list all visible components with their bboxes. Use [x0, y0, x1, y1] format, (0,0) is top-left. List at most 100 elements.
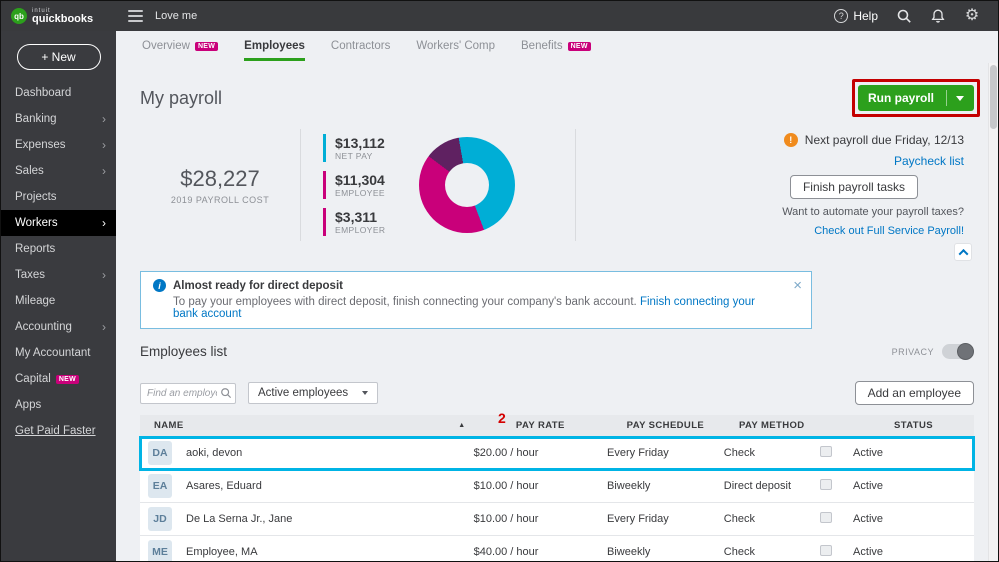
sidebar-item-projects[interactable]: Projects: [1, 184, 116, 210]
sidebar-nav: Dashboard Banking› Expenses› Sales› Proj…: [1, 80, 116, 444]
next-payroll-due-row: ! Next payroll due Friday, 12/13: [784, 133, 964, 147]
sidebar-item-sales[interactable]: Sales›: [1, 158, 116, 184]
search-icon: [220, 387, 232, 399]
filter-value: Active employees: [258, 387, 348, 399]
tab-label: Contractors: [331, 40, 390, 52]
search-icon[interactable]: [896, 8, 912, 24]
sidebar-item-banking[interactable]: Banking›: [1, 106, 116, 132]
topbar-actions: ? Help ⚙: [834, 8, 998, 24]
column-header-pay-schedule: PAY SCHEDULE: [607, 420, 724, 431]
sidebar-item-accounting[interactable]: Accounting ›: [1, 314, 116, 340]
sidebar-item-label: Accounting: [15, 321, 72, 333]
privacy-control: PRIVACY: [892, 344, 974, 359]
paycheck-icon: [820, 545, 832, 556]
table-row[interactable]: DA aoki, devon $20.00 / hour Every Frida…: [140, 437, 974, 470]
sidebar-item-my-accountant[interactable]: My Accountant: [1, 340, 116, 366]
employee-avatar: DA: [148, 441, 172, 465]
table-row[interactable]: EA Asares, Eduard $10.00 / hour Biweekly…: [140, 470, 974, 503]
chevron-down-icon[interactable]: [956, 96, 964, 101]
table-row[interactable]: JD De La Serna Jr., Jane $10.00 / hour E…: [140, 503, 974, 536]
paycheck-icon: [820, 479, 832, 490]
payroll-total-value: $28,227: [140, 166, 300, 192]
tab-label: Overview: [142, 40, 190, 52]
employee-name[interactable]: Asares, Eduard: [186, 480, 262, 492]
tab-workers-comp[interactable]: Workers' Comp: [416, 31, 495, 61]
quickbooks-label: quickbooks: [32, 14, 93, 25]
toggle-knob: [957, 343, 974, 360]
employee-name-cell: JD De La Serna Jr., Jane: [140, 507, 474, 531]
pay-schedule-cell: Every Friday: [607, 513, 724, 525]
direct-deposit-alert: i Almost ready for direct deposit To pay…: [140, 271, 812, 329]
help-button[interactable]: ? Help: [834, 9, 878, 23]
sidebar-item-taxes[interactable]: Taxes ›: [1, 262, 116, 288]
stat-value: $13,112: [335, 135, 385, 152]
new-button[interactable]: + New: [17, 44, 101, 70]
pay-method-icon-cell: [820, 512, 853, 526]
new-badge: NEW: [568, 42, 591, 51]
sidebar-item-reports[interactable]: Reports: [1, 236, 116, 262]
table-row[interactable]: ME Employee, MA $40.00 / hour Biweekly C…: [140, 536, 974, 562]
sidebar-item-get-paid-faster[interactable]: Get Paid Faster: [1, 418, 116, 444]
sort-ascending-icon: ▲: [458, 422, 465, 429]
sidebar-item-capital[interactable]: CapitalNEW: [1, 366, 116, 392]
sidebar-item-dashboard[interactable]: Dashboard: [1, 80, 116, 106]
employees-list-header: Employees list PRIVACY: [140, 344, 974, 359]
column-header-name[interactable]: NAME ▲: [140, 420, 474, 431]
privacy-toggle[interactable]: [942, 344, 974, 359]
add-employee-button[interactable]: Add an employee: [855, 381, 974, 405]
privacy-label: PRIVACY: [892, 347, 934, 357]
tab-overview[interactable]: OverviewNEW: [142, 31, 218, 61]
stat-color-bar: [323, 171, 326, 199]
sidebar-item-expenses[interactable]: Expenses›: [1, 132, 116, 158]
chevron-up-icon: [958, 248, 968, 258]
alert-body: To pay your employees with direct deposi…: [173, 296, 783, 320]
notifications-bell-icon[interactable]: [930, 8, 946, 24]
stat-label: EMPLOYEE: [335, 188, 385, 198]
pay-method-cell: Check: [724, 447, 820, 459]
status-cell: Active: [853, 480, 974, 492]
tab-contractors[interactable]: Contractors: [331, 31, 390, 61]
settings-gear-icon[interactable]: ⚙: [964, 8, 980, 24]
sidebar-item-apps[interactable]: Apps: [1, 392, 116, 418]
pay-schedule-cell: Every Friday: [607, 447, 724, 459]
automate-question: Want to automate your payroll taxes?: [782, 206, 964, 218]
divider: [575, 129, 576, 241]
sidebar-item-label: Banking: [15, 113, 57, 125]
employee-name[interactable]: aoki, devon: [186, 447, 242, 459]
sidebar-item-label: Sales: [15, 165, 44, 177]
tab-benefits[interactable]: BenefitsNEW: [521, 31, 591, 61]
stat-label: NET PAY: [335, 151, 385, 161]
quickbooks-logo: qb intuit quickbooks: [1, 8, 116, 25]
employee-name[interactable]: Employee, MA: [186, 546, 258, 558]
sidebar-item-label: Projects: [15, 191, 57, 203]
employee-avatar: JD: [148, 507, 172, 531]
employee-avatar: ME: [148, 540, 172, 562]
payroll-stats: $13,112 NET PAY $11,304 EMPLOYEE $3,311: [301, 134, 419, 236]
hamburger-menu-icon[interactable]: [128, 10, 143, 22]
sidebar-item-mileage[interactable]: Mileage: [1, 288, 116, 314]
chevron-right-icon: ›: [102, 320, 106, 334]
collapse-panel-button[interactable]: [954, 243, 972, 261]
full-service-payroll-link[interactable]: Check out Full Service Payroll!: [814, 225, 964, 237]
pay-schedule-cell: Biweekly: [607, 480, 724, 492]
tab-employees[interactable]: Employees: [244, 31, 305, 61]
info-icon: i: [153, 279, 166, 292]
paycheck-icon: [820, 512, 832, 523]
employee-name[interactable]: De La Serna Jr., Jane: [186, 513, 292, 525]
sidebar-item-label: Taxes: [15, 269, 45, 281]
employee-name-cell: ME Employee, MA: [140, 540, 474, 562]
close-icon[interactable]: ×: [793, 278, 802, 293]
next-payroll-due-text: Next payroll due Friday, 12/13: [805, 133, 964, 147]
employee-filter-dropdown[interactable]: Active employees: [248, 382, 378, 404]
run-payroll-button[interactable]: Run payroll: [858, 85, 974, 111]
tab-label: Workers' Comp: [416, 40, 495, 52]
chevron-right-icon: ›: [102, 268, 106, 282]
scrollbar-thumb[interactable]: [990, 65, 997, 129]
pay-method-cell: Check: [724, 546, 820, 558]
sidebar-item-workers[interactable]: Workers›: [1, 210, 116, 236]
alert-title-row: i Almost ready for direct deposit: [153, 279, 783, 292]
alert-title: Almost ready for direct deposit: [173, 280, 343, 292]
paycheck-list-link[interactable]: Paycheck list: [894, 154, 964, 168]
chevron-down-icon: [362, 391, 368, 395]
finish-payroll-tasks-button[interactable]: Finish payroll tasks: [790, 175, 918, 199]
